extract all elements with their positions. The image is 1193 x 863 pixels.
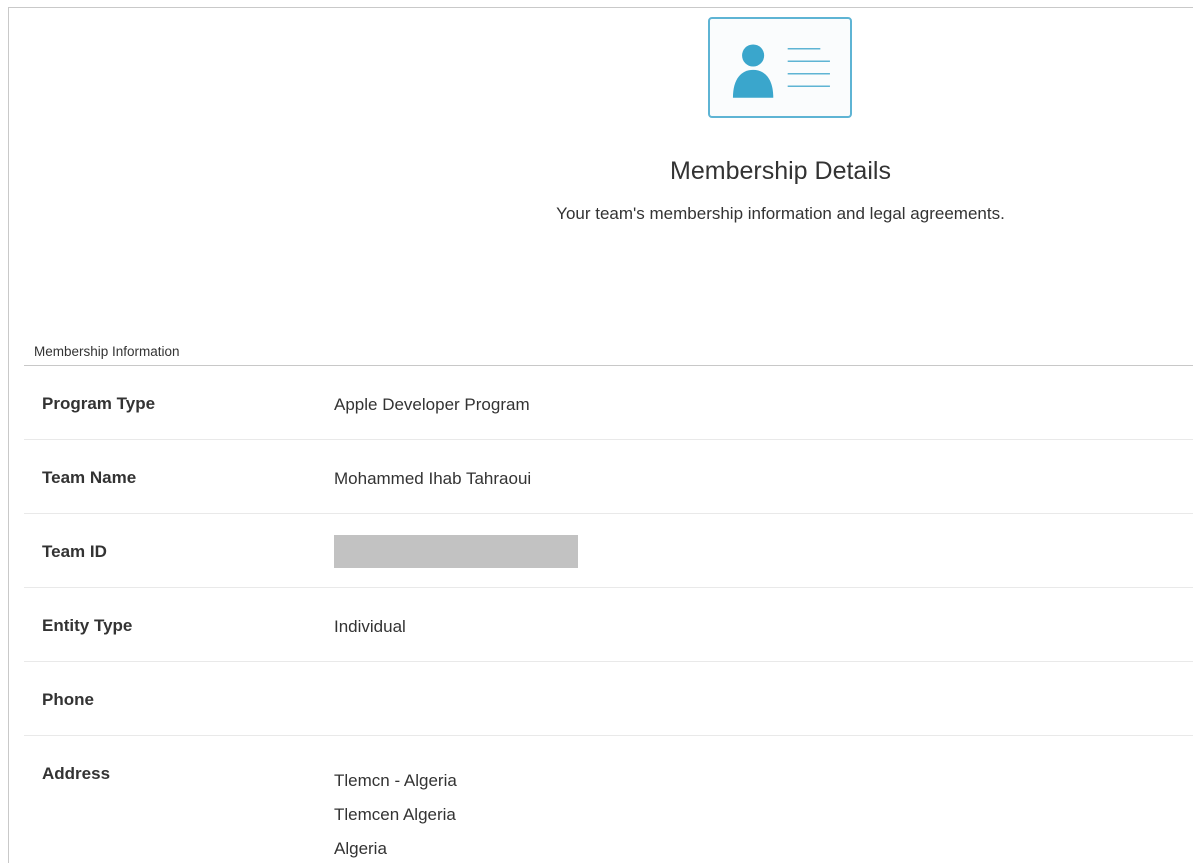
- section-heading: Membership Information: [34, 344, 180, 359]
- row-value: Mohammed Ihab Tahraoui: [334, 469, 532, 488]
- membership-info-table: Program Type Apple Developer Program Tea…: [24, 366, 1193, 863]
- row-label: Team Name: [42, 468, 137, 487]
- row-team-id: Team ID: [24, 514, 1193, 588]
- row-label: Team ID: [42, 542, 107, 561]
- address-line: Tlemcn - Algeria: [334, 771, 457, 790]
- row-label: Program Type: [42, 394, 156, 413]
- row-team-name: Team Name Mohammed Ihab Tahraoui: [24, 440, 1193, 514]
- row-entity-type: Entity Type Individual: [24, 588, 1193, 662]
- row-label: Address: [42, 764, 111, 783]
- row-label: Entity Type: [42, 616, 133, 635]
- membership-header: Membership Details Your team's membershi…: [8, 7, 1193, 337]
- page-subtitle: Your team's membership information and l…: [556, 204, 1005, 223]
- row-value: Apple Developer Program: [334, 395, 530, 414]
- address-line: Tlemcen Algeria: [334, 805, 456, 824]
- page-title: Membership Details: [670, 157, 891, 185]
- address-value: Tlemcn - Algeria Tlemcen Algeria Algeria: [334, 764, 457, 863]
- row-value: Individual: [334, 617, 406, 636]
- address-line: Algeria: [334, 839, 387, 858]
- row-phone: Phone: [24, 662, 1193, 736]
- row-address: Address Tlemcn - Algeria Tlemcen Algeria…: [24, 736, 1193, 863]
- row-program-type: Program Type Apple Developer Program: [24, 366, 1193, 440]
- id-card-icon: [708, 17, 852, 118]
- redacted-value: [334, 535, 578, 568]
- row-label: Phone: [42, 690, 94, 709]
